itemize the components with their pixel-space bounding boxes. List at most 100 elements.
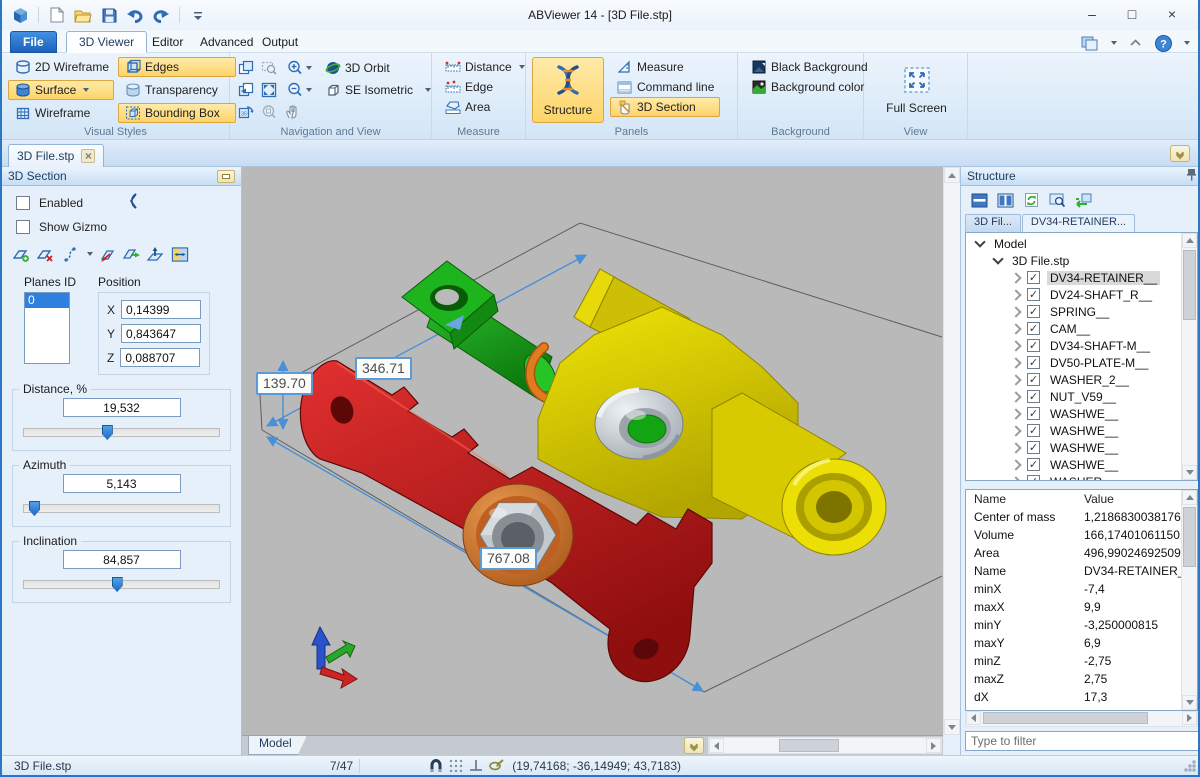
snap-magnet-icon[interactable] [426,756,446,776]
delete-plane-icon[interactable] [36,245,55,263]
tree-item[interactable]: ✓SPRING__ [966,303,1197,320]
3d-orbit-button[interactable]: 3D Orbit [318,58,430,78]
bounding-box-button[interactable]: Bounding Box [118,103,236,123]
tree-expander-closed-icon[interactable] [1010,391,1021,402]
tree-item[interactable]: Model [966,235,1197,252]
tab-file[interactable]: File [10,31,57,53]
tree-expander-open-icon[interactable] [992,253,1003,264]
flip-plane-icon[interactable] [98,245,117,263]
tree-expander-closed-icon[interactable] [1010,459,1021,470]
tree-item-checkbox[interactable]: ✓ [1027,339,1040,352]
scroll-up-button[interactable] [1182,233,1197,248]
scrollbar-thumb[interactable] [1183,507,1196,567]
split-vertical-icon[interactable] [995,190,1015,210]
tree-item-checkbox[interactable]: ✓ [1027,305,1040,318]
tree-expander-closed-icon[interactable] [1010,289,1021,300]
position-y-input[interactable] [121,324,201,343]
zoom-out-icon[interactable] [282,80,316,100]
viewport-horizontal-scrollbar[interactable] [708,737,942,754]
scroll-up-button[interactable] [944,167,960,183]
tree-item[interactable]: ✓WASHWE__ [966,405,1197,422]
save-file-icon[interactable] [99,5,119,25]
pan-hand-icon[interactable] [282,102,302,122]
tree-expander-open-icon[interactable] [974,236,985,247]
tree-item[interactable]: 3D File.stp [966,252,1197,269]
chevron-down-icon[interactable] [87,252,93,256]
chevron-down-icon[interactable] [1184,41,1190,45]
inclination-slider[interactable] [23,577,220,592]
tree-item[interactable]: ✓WASHWE__ [966,456,1197,473]
zoom-window-icon[interactable] [259,58,279,78]
scrollbar-thumb[interactable] [779,739,839,752]
scroll-down-button[interactable] [1182,695,1197,710]
move-plane-icon[interactable] [122,245,141,263]
background-color-button[interactable]: Background color [744,77,859,97]
black-background-button[interactable]: Black Background [744,57,859,77]
property-row[interactable]: maxX9,9 [966,598,1197,616]
wireframe-button[interactable]: Wireframe [8,103,114,123]
tree-expander-closed-icon[interactable] [1010,340,1021,351]
tree-expander-closed-icon[interactable] [1010,442,1021,453]
filter-input[interactable] [965,731,1199,751]
properties-vertical-scrollbar[interactable] [1181,490,1197,710]
full-screen-button[interactable]: Full Screen [881,57,953,123]
inclination-input[interactable] [63,550,181,569]
sync-selection-icon[interactable] [1073,190,1093,210]
property-row[interactable]: maxZ2,75 [966,670,1197,688]
structure-tab-file[interactable]: 3D Fil... [965,214,1021,232]
copy-view-icon[interactable] [236,58,256,78]
help-icon[interactable]: ? [1153,33,1173,53]
position-x-input[interactable] [121,300,201,319]
tree-item[interactable]: ✓WASHWE__ [966,439,1197,456]
grid-icon[interactable] [446,756,466,776]
app-logo-icon[interactable] [10,5,30,25]
2d-wireframe-button[interactable]: 2D Wireframe [8,57,114,77]
scroll-left-button[interactable] [709,738,724,753]
transparency-button[interactable]: Transparency [118,80,236,100]
model-tab[interactable]: Model [248,736,307,755]
properties-horizontal-scrollbar[interactable] [965,711,1198,727]
scroll-down-button[interactable] [1182,465,1197,480]
scroll-left-button[interactable] [966,711,981,725]
chevron-down-icon[interactable] [519,65,525,69]
property-row[interactable]: NameDV34-RETAINER__ [966,562,1197,580]
tree-item[interactable]: ✓DV24-SHAFT_R__ [966,286,1197,303]
tab-list-chevron-button[interactable] [1170,145,1190,162]
close-tab-icon[interactable]: × [81,149,95,163]
scrollbar-thumb[interactable] [1183,250,1196,320]
panel-splitter[interactable] [961,481,1200,489]
tree-expander-closed-icon[interactable] [1010,476,1021,481]
position-z-input[interactable] [120,348,200,367]
document-tab[interactable]: 3D File.stp × [8,144,104,167]
ortho-icon[interactable] [466,756,486,776]
tree-item[interactable]: ✓WASHER [966,473,1197,481]
zoom-selected-icon[interactable] [259,102,279,122]
tree-item[interactable]: ✓WASHWE__ [966,422,1197,439]
scroll-right-button[interactable] [1182,711,1197,725]
zoom-extents-icon[interactable] [259,80,279,100]
panel-options-button[interactable] [217,170,235,183]
tree-expander-closed-icon[interactable] [1010,272,1021,283]
tree-item[interactable]: ✓DV34-SHAFT-M__ [966,337,1197,354]
tree-item[interactable]: ✓DV34-RETAINER__ [966,269,1197,286]
previous-view-icon[interactable] [236,80,256,100]
structure-panel-button[interactable]: Structure [532,57,604,123]
property-row[interactable]: minZ-2,75 [966,652,1197,670]
chevron-down-icon[interactable] [306,66,312,70]
refresh-struct-icon[interactable] [1021,190,1041,210]
tree-item-checkbox[interactable]: ✓ [1027,441,1040,454]
scroll-up-button[interactable] [1182,490,1197,505]
tree-item[interactable]: ✓CAM__ [966,320,1197,337]
tree-expander-closed-icon[interactable] [1010,357,1021,368]
tree-item-checkbox[interactable]: ✓ [1027,356,1040,369]
show-gizmo-checkbox[interactable] [16,220,30,234]
command-line-panel-button[interactable]: Command line [610,77,720,97]
viewport-vertical-scrollbar[interactable] [943,167,960,735]
tree-item-checkbox[interactable]: ✓ [1027,407,1040,420]
tree-item[interactable]: ✓DV50-PLATE-M__ [966,354,1197,371]
tab-3d-viewer[interactable]: 3D Viewer [66,31,147,53]
new-file-icon[interactable] [47,5,67,25]
tree-item-checkbox[interactable]: ✓ [1027,373,1040,386]
tree-item-checkbox[interactable]: ✓ [1027,271,1040,284]
tree-expander-closed-icon[interactable] [1010,306,1021,317]
